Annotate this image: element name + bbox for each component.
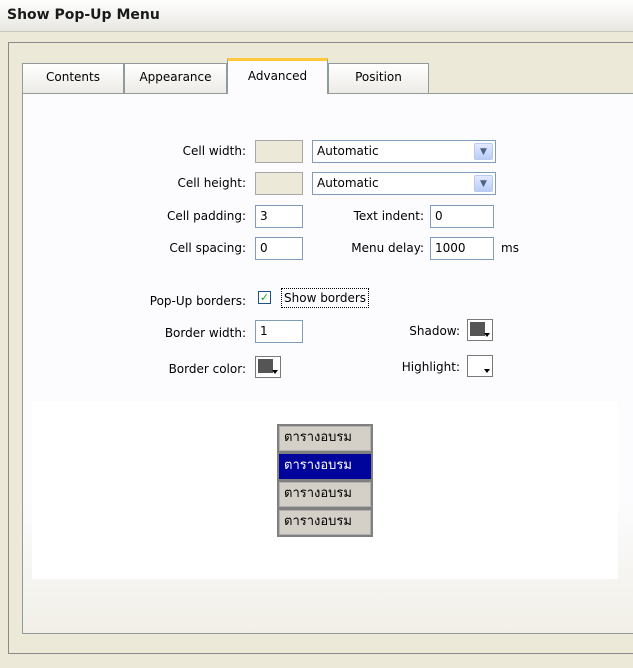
checkmark-icon[interactable]: ✓ bbox=[258, 291, 271, 304]
menu-item: ตารางอบรม bbox=[279, 510, 371, 535]
cell-padding-input[interactable]: 3 bbox=[255, 205, 303, 228]
popup-borders-label: Pop-Up borders: bbox=[149, 294, 246, 308]
dropdown-arrow-icon bbox=[484, 369, 490, 373]
cell-spacing-input[interactable]: 0 bbox=[255, 237, 303, 260]
cell-height-input[interactable] bbox=[255, 172, 303, 195]
border-width-input[interactable]: 1 bbox=[255, 320, 303, 343]
menu-delay-unit: ms bbox=[501, 241, 519, 255]
chevron-down-icon[interactable]: ▼ bbox=[474, 175, 493, 192]
menu-item: ตารางอบรม bbox=[279, 426, 371, 451]
cell-width-mode-value: Automatic bbox=[317, 144, 379, 158]
dropdown-arrow-icon bbox=[484, 333, 490, 337]
menu-item: ตารางอบรม bbox=[279, 482, 371, 507]
show-borders-checkbox-label[interactable]: Show borders bbox=[281, 288, 370, 308]
shadow-color-fill bbox=[470, 322, 485, 336]
cell-width-input[interactable] bbox=[255, 140, 303, 163]
text-indent-input[interactable]: 0 bbox=[430, 205, 494, 228]
highlight-color-picker[interactable] bbox=[467, 355, 493, 377]
menu-delay-label: Menu delay: bbox=[351, 241, 424, 255]
shadow-color-picker[interactable] bbox=[467, 319, 493, 341]
shadow-label: Shadow: bbox=[409, 324, 460, 338]
highlight-label: Highlight: bbox=[401, 360, 460, 374]
cell-height-label: Cell height: bbox=[177, 176, 246, 190]
cell-width-mode-select[interactable]: Automatic ▼ bbox=[312, 140, 496, 163]
cell-width-label: Cell width: bbox=[182, 144, 246, 158]
advanced-form: Cell width: Automatic ▼ Cell height: Aut… bbox=[0, 0, 633, 668]
border-color-fill bbox=[258, 359, 273, 373]
cell-padding-label: Cell padding: bbox=[166, 209, 246, 223]
cell-height-mode-select[interactable]: Automatic ▼ bbox=[312, 172, 496, 195]
text-indent-label: Text indent: bbox=[353, 209, 424, 223]
border-width-label: Border width: bbox=[164, 326, 246, 340]
menu-delay-input[interactable]: 1000 bbox=[430, 237, 494, 260]
highlight-color-fill bbox=[470, 358, 485, 372]
popup-menu-preview: ตารางอบรม ตารางอบรม ตารางอบรม ตารางอบรม bbox=[277, 424, 373, 537]
border-color-picker[interactable] bbox=[255, 356, 281, 378]
dropdown-arrow-icon bbox=[272, 370, 278, 374]
menu-item-highlighted: ตารางอบรม bbox=[279, 454, 371, 479]
border-color-label: Border color: bbox=[168, 362, 246, 376]
chevron-down-icon[interactable]: ▼ bbox=[474, 143, 493, 160]
cell-spacing-label: Cell spacing: bbox=[169, 241, 246, 255]
cell-height-mode-value: Automatic bbox=[317, 176, 379, 190]
